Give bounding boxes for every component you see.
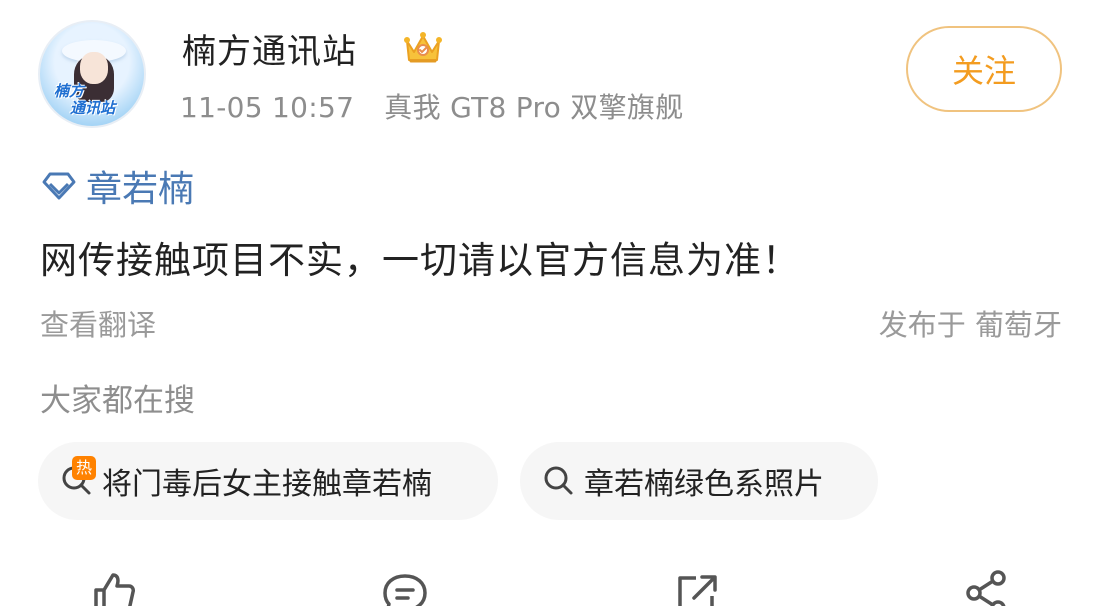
avatar-face	[80, 52, 108, 84]
post-location: 发布于 葡萄牙	[878, 308, 1062, 342]
topic-label: 章若楠	[86, 169, 195, 210]
post-meta: 11-05 10:57 真我 GT8 Pro 双擎旗舰	[180, 86, 684, 126]
search-chip[interactable]: 章若楠绿色系照片	[520, 442, 878, 520]
crown-icon	[404, 32, 442, 63]
author-name[interactable]: 楠方通讯站	[182, 24, 357, 73]
share-icon[interactable]	[962, 568, 1012, 606]
avatar-logo-text: 楠方 通讯站	[54, 84, 134, 116]
comment-icon[interactable]	[380, 568, 430, 606]
author-avatar[interactable]: 楠方 通讯站	[38, 20, 146, 128]
diamond-icon	[42, 172, 76, 200]
translate-link[interactable]: 查看翻译	[40, 302, 156, 344]
search-icon	[542, 464, 576, 498]
search-chip-hot[interactable]: 热 将门毒后女主接触章若楠	[38, 442, 498, 520]
hot-badge: 热	[72, 456, 96, 480]
topic-link[interactable]: 章若楠	[40, 160, 194, 212]
avatar-logo-line-1: 楠方	[54, 82, 85, 100]
post-timestamp: 11-05 10:57	[180, 91, 355, 124]
repost-icon[interactable]	[672, 568, 722, 606]
search-heading: 大家都在搜	[40, 383, 195, 419]
like-icon[interactable]	[88, 568, 138, 606]
post-text: 网传接触项目不实，一切请以官方信息为准！	[40, 239, 800, 282]
search-icon: 热	[60, 456, 96, 498]
action-bar	[0, 560, 1100, 606]
search-chip-label: 将门毒后女主接触章若楠	[102, 467, 432, 502]
avatar-logo-line-2: 通讯站	[70, 99, 116, 117]
follow-button[interactable]: 关注	[906, 26, 1062, 112]
search-chip-label: 章若楠绿色系照片	[584, 467, 824, 502]
post-device[interactable]: 真我 GT8 Pro 双擎旗舰	[384, 91, 683, 124]
